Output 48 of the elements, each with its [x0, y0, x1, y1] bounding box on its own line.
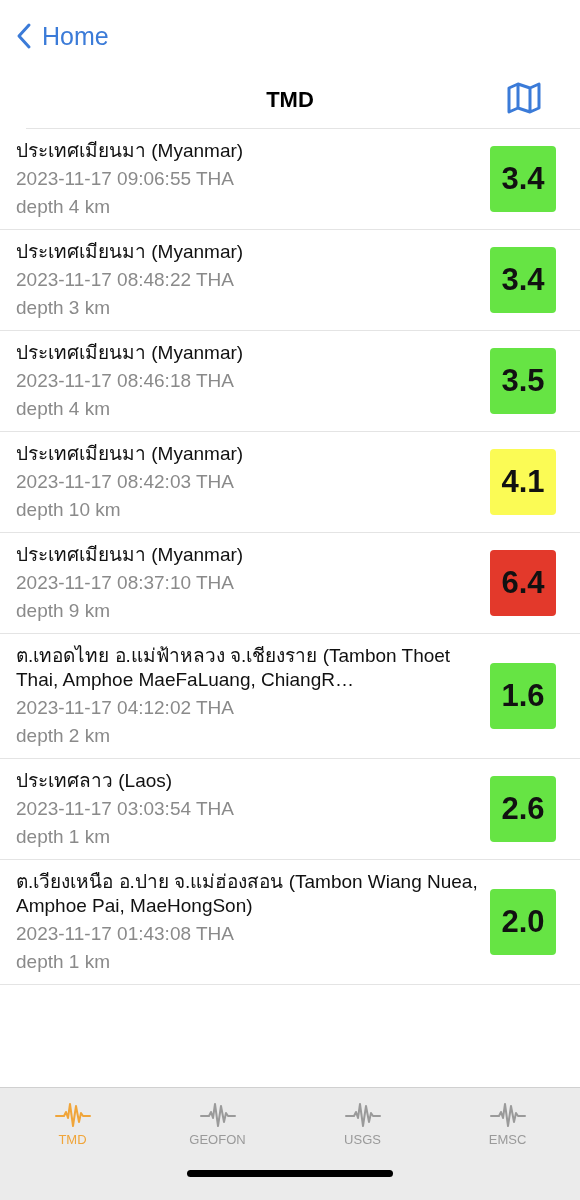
event-time: 2023-11-17 03:03:54 THA [16, 797, 235, 821]
back-button[interactable]: Home [16, 21, 109, 51]
place-name: ประเทศเมียนมา (Myanmar) [16, 341, 245, 365]
event-depth: depth 1 km [16, 950, 111, 974]
place-name: ประเทศเมียนมา (Myanmar) [16, 442, 245, 466]
event-time: 2023-11-17 08:37:10 THA [16, 571, 235, 595]
magnitude-badge: 6.4 [490, 550, 556, 616]
earthquake-row[interactable]: ต.เทอดไทย อ.แม่ฟ้าหลวง จ.เชียงราย (Tambon Thoet Thai, Amphoe MaeFaLuang, ChiangR… 2023-11-17 04:12:02 THA depth 2 km 1.6 [0, 634, 580, 759]
magnitude-badge: 3.4 [490, 146, 556, 212]
event-depth: depth 10 km [16, 498, 122, 522]
event-depth: depth 4 km [16, 195, 111, 219]
magnitude-badge: 2.6 [490, 776, 556, 842]
earthquake-row[interactable]: ต.เวียงเหนือ อ.ปาย จ.แม่ฮ่องสอน (Tambon Wiang Nuea, Amphoe Pai, MaeHongSon) 2023-11-17 01:43:08 THA depth 1 km 2.0 [0, 860, 580, 985]
event-time: 2023-11-17 08:42:03 THA [16, 470, 235, 494]
place-name: ประเทศเมียนมา (Myanmar) [16, 240, 245, 264]
place-name: ต.เวียงเหนือ อ.ปาย จ.แม่ฮ่องสอน (Tambon Wiang Nuea, Amphoe Pai, MaeHongSon) [16, 870, 479, 918]
place-name: ประเทศเมียนมา (Myanmar) [16, 139, 245, 163]
earthquake-row[interactable]: ประเทศเมียนมา (Myanmar) 2023-11-17 08:37:10 THA depth 9 km 6.4 [0, 533, 580, 634]
magnitude-badge: 1.6 [490, 663, 556, 729]
earthquake-row[interactable]: ประเทศเมียนมา (Myanmar) 2023-11-17 08:46:18 THA depth 4 km 3.5 [0, 331, 580, 432]
event-time: 2023-11-17 08:46:18 THA [16, 369, 235, 393]
earthquake-row[interactable]: ประเทศเมียนมา (Myanmar) 2023-11-17 08:48:22 THA depth 3 km 3.4 [0, 230, 580, 331]
event-depth: depth 9 km [16, 599, 111, 623]
seismograph-icon [199, 1100, 236, 1128]
place-name: ประเทศลาว (Laos) [16, 769, 174, 793]
earthquake-row[interactable]: ประเทศเมียนมา (Myanmar) 2023-11-17 08:42:03 THA depth 10 km 4.1 [0, 432, 580, 533]
place-name: ประเทศเมียนมา (Myanmar) [16, 543, 245, 567]
magnitude-badge: 3.4 [490, 247, 556, 313]
earthquake-row[interactable]: ประเทศลาว (Laos) 2023-11-17 03:03:54 THA depth 1 km 2.6 [0, 759, 580, 860]
magnitude-badge: 3.5 [490, 348, 556, 414]
magnitude-badge: 2.0 [490, 889, 556, 955]
place-name: ต.เทอดไทย อ.แม่ฟ้าหลวง จ.เชียงราย (Tambon Thoet Thai, Amphoe MaeFaLuang, ChiangR… [16, 644, 452, 692]
event-depth: depth 2 km [16, 724, 111, 748]
seismograph-icon [344, 1100, 381, 1128]
screen-title: TMD [266, 87, 314, 113]
event-time: 2023-11-17 04:12:02 THA [16, 696, 235, 720]
earthquake-row[interactable]: ประเทศเมียนมา (Myanmar) 2023-11-17 09:06:55 THA depth 4 km 3.4 [0, 129, 580, 230]
magnitude-badge: 4.1 [490, 449, 556, 515]
event-time: 2023-11-17 09:06:55 THA [16, 167, 235, 191]
map-icon[interactable] [506, 80, 542, 116]
seismograph-icon [54, 1100, 91, 1128]
event-time: 2023-11-17 08:48:22 THA [16, 268, 235, 292]
event-depth: depth 3 km [16, 296, 111, 320]
back-chevron-icon [16, 22, 32, 50]
event-time: 2023-11-17 01:43:08 THA [16, 922, 235, 946]
event-depth: depth 1 km [16, 825, 111, 849]
seismograph-icon [489, 1100, 526, 1128]
event-depth: depth 4 km [16, 397, 111, 421]
